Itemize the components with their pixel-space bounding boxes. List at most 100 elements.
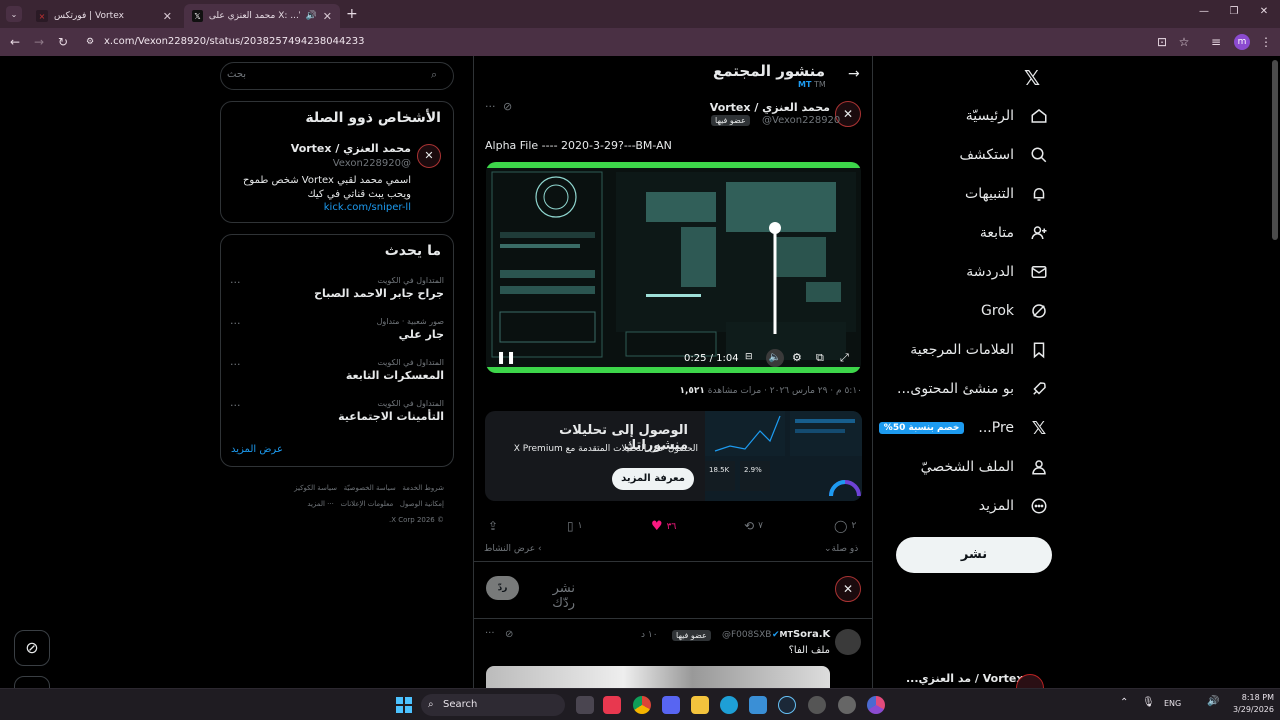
discord-icon[interactable]: [662, 696, 680, 714]
close-tab-icon[interactable]: ✕: [163, 10, 172, 23]
analytics-promo-card[interactable]: الوصول إلى تحليلات منشوراتك الحصول على ا…: [485, 411, 862, 501]
picture-in-picture-icon[interactable]: ⧉: [816, 351, 824, 365]
reply-avatar[interactable]: [835, 629, 861, 655]
trend-item[interactable]: المتداول في الكويت جراح جابر الاحمد الصب…: [230, 276, 444, 300]
nav-follow[interactable]: متابعة: [980, 218, 1050, 248]
like-button[interactable]: ♥ ٣٦: [651, 519, 676, 534]
app-icon[interactable]: [808, 696, 826, 714]
profile-avatar[interactable]: m: [1234, 34, 1250, 50]
post-button[interactable]: نشر: [896, 537, 1052, 573]
bookmark-star-icon[interactable]: ☆: [1176, 34, 1192, 50]
scrollbar[interactable]: [1272, 60, 1278, 240]
edge-icon[interactable]: [720, 696, 738, 714]
view-activity-link[interactable]: عرض النشاط ‹: [484, 544, 542, 554]
speaker-icon[interactable]: 🔊: [306, 11, 317, 21]
clock[interactable]: 8:18 PM 3/29/2026: [1224, 692, 1274, 716]
pause-icon[interactable]: ❚❚: [496, 350, 516, 364]
reply-handle[interactable]: @F008SXB: [722, 630, 771, 640]
learn-more-button[interactable]: معرفة المزيد: [612, 468, 694, 490]
captions-icon[interactable]: ⊟: [745, 352, 753, 362]
related-name[interactable]: محمد العنزي / Vortex: [231, 142, 411, 155]
nav-home[interactable]: الرئيسيّة: [966, 101, 1050, 131]
start-icon[interactable]: [396, 697, 412, 713]
nav-profile[interactable]: الملف الشخصيّ: [921, 452, 1050, 482]
share-button[interactable]: ⇪: [488, 519, 498, 533]
reload-icon[interactable]: ↻: [55, 34, 71, 50]
tray-chevron-icon[interactable]: ⌃: [1120, 697, 1128, 708]
nav-chat[interactable]: الدردشة: [966, 257, 1050, 287]
related-toggle[interactable]: ⌄ذو صلة: [824, 544, 858, 554]
reading-list-icon[interactable]: ≡: [1208, 34, 1224, 50]
nav-notifications[interactable]: التنبيهات: [965, 179, 1050, 209]
nav-more[interactable]: المزيد: [979, 491, 1050, 521]
taskbar-search[interactable]: ⌕ Search: [421, 694, 565, 716]
fullscreen-icon[interactable]: ⤢: [840, 351, 849, 365]
messages-floating-button[interactable]: [14, 676, 50, 688]
author-handle[interactable]: @Vexon228920: [762, 115, 840, 126]
close-window-button[interactable]: ✕: [1256, 6, 1272, 20]
footer-link[interactable]: سياسة الكوكيز: [294, 484, 337, 492]
settings-icon[interactable]: [838, 696, 856, 714]
maximize-button[interactable]: ❐: [1226, 6, 1242, 20]
show-more-link[interactable]: عرض المزيد: [231, 444, 283, 455]
tab-list-button[interactable]: ⌄: [6, 6, 22, 22]
app-icon[interactable]: [603, 696, 621, 714]
language-indicator[interactable]: ENG: [1164, 699, 1181, 708]
footer-link[interactable]: ··· المزيد: [307, 500, 334, 508]
bookmark-button[interactable]: ▯ ١: [567, 519, 582, 533]
reply-input[interactable]: نشر ردّك: [530, 581, 575, 611]
tab-post[interactable]: 𝕏 محمد العنزي على X: ...Vortex / 🔊 ✕: [184, 4, 340, 28]
footer-link[interactable]: إمكانية الوصول: [400, 500, 444, 508]
forward-icon[interactable]: →: [31, 34, 47, 50]
more-options-icon[interactable]: ···: [230, 358, 241, 371]
nav-premium[interactable]: 𝕏 ...Pre %خصم بنسبة 50: [878, 413, 1050, 443]
steam-icon[interactable]: [778, 696, 796, 714]
settings-icon[interactable]: ⚙: [792, 351, 802, 364]
browser-active-icon[interactable]: [867, 696, 885, 714]
task-view-icon[interactable]: [576, 696, 594, 714]
search-input[interactable]: بحث ⌕: [220, 62, 454, 90]
microphone-icon[interactable]: 🎙: [1142, 697, 1155, 708]
grok-icon[interactable]: ⊘: [503, 100, 512, 113]
author-name[interactable]: محمد العنزي / Vortex: [640, 101, 830, 114]
file-explorer-icon[interactable]: [691, 696, 709, 714]
volume-icon[interactable]: 🔊: [1207, 696, 1219, 707]
repost-button[interactable]: ⟲ ٧: [744, 519, 763, 533]
related-avatar[interactable]: ✕: [417, 144, 441, 168]
store-icon[interactable]: [749, 696, 767, 714]
more-options-icon[interactable]: ···: [485, 628, 495, 639]
minimize-button[interactable]: —: [1196, 6, 1212, 20]
nav-explore[interactable]: استكشف: [959, 140, 1050, 170]
volume-icon[interactable]: 🔈: [766, 349, 784, 367]
trend-item[interactable]: صور شعبية · متداول جار علي ···: [230, 317, 444, 341]
chrome-icon[interactable]: [633, 696, 651, 714]
footer-link[interactable]: شروط الخدمة: [402, 484, 444, 492]
x-logo-icon[interactable]: 𝕏: [1024, 66, 1040, 90]
footer-link[interactable]: سياسة الخصوصيّة: [344, 484, 396, 492]
nav-grok[interactable]: Grok: [981, 296, 1050, 326]
menu-icon[interactable]: ⋮: [1258, 34, 1274, 50]
related-link[interactable]: kick.com/sniper-ll: [231, 202, 411, 213]
trend-item[interactable]: المتداول في الكويت التأمينات الاجتماعية …: [230, 399, 444, 423]
more-options-icon[interactable]: ···: [230, 276, 241, 289]
site-info-icon[interactable]: ⚙: [86, 32, 94, 52]
account-switcher[interactable]: ...مد العنزي / Vortex: [900, 670, 1050, 688]
reply-author[interactable]: ✔MTSora.K: [772, 629, 830, 640]
close-tab-icon[interactable]: ✕: [323, 10, 332, 23]
back-icon[interactable]: ←: [7, 34, 23, 50]
reply-button[interactable]: ◯ ٢: [834, 519, 856, 533]
nav-creators[interactable]: ...بو منشئ المحتوى: [897, 374, 1050, 404]
more-options-icon[interactable]: ···: [485, 100, 496, 113]
reply-submit-button[interactable]: ردّ: [486, 576, 519, 600]
video-player[interactable]: ❚❚ 0:25 / 1:04 ⊟ 🔈 ⚙ ⧉ ⤢: [486, 162, 861, 373]
grok-icon[interactable]: ⊘: [505, 629, 513, 640]
nav-bookmarks[interactable]: العلامات المرجعية: [910, 335, 1050, 365]
tab-vortex[interactable]: × فورتكس | Vortex ✕: [28, 4, 180, 28]
trend-item[interactable]: المتداول في الكويت المعسكرات التابعة ···: [230, 358, 444, 382]
install-app-icon[interactable]: ⊡: [1154, 34, 1170, 50]
back-arrow-icon[interactable]: →: [848, 66, 860, 82]
url-field[interactable]: ⚙ x.com/Vexon228920/status/2038257494238…: [80, 32, 1200, 52]
grok-floating-button[interactable]: ⊘: [14, 630, 50, 666]
footer-link[interactable]: معلومات الإعلانات: [341, 500, 394, 508]
more-options-icon[interactable]: ···: [230, 399, 241, 412]
